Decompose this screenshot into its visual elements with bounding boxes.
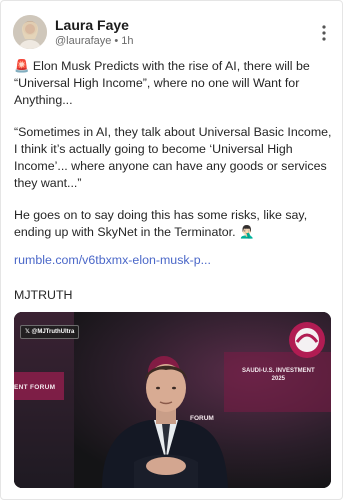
more-options-icon[interactable] (319, 23, 329, 43)
stage-sign-right: SAUDI-U.S. INVESTMENT 2025 (242, 367, 315, 383)
post-header: Laura Faye @laurafaye • 1h (13, 15, 331, 51)
post-paragraph-comment: He goes on to say doing this has some ri… (14, 208, 308, 239)
author-handle[interactable]: @laurafaye (55, 35, 111, 47)
post-signature: MJTRUTH (14, 288, 73, 302)
post-paragraph-headline: 🚨 Elon Musk Predicts with the rise of AI… (14, 58, 332, 109)
stage-sign-mid: FORUM (190, 415, 214, 422)
post-paragraph-quote: “Sometimes in AI, they talk about Univer… (14, 125, 332, 190)
rumble-link[interactable]: rumble.com/v6tbxmx-elon-musk-p... (14, 253, 211, 267)
watermark-label: 𝕏 @MJTruthUltra (20, 325, 80, 339)
alert-icon: 🚨 (14, 59, 30, 73)
video-thumbnail[interactable]: 𝕏 @MJTruthUltra ENT FORUM SAUDI-U.S. INV… (14, 312, 331, 488)
post-time[interactable]: 1h (121, 35, 133, 47)
meta-separator: • (114, 35, 119, 47)
stage-sign-right-line2: 2025 (271, 376, 286, 382)
stage-sign-left: ENT FORUM (14, 384, 56, 391)
avatar-image (13, 15, 47, 49)
avatar[interactable] (13, 15, 47, 49)
headline-text: Elon Musk Predicts with the rise of AI, … (14, 59, 310, 107)
stage-sign-right-line1: SAUDI-U.S. INVESTMENT (242, 368, 315, 374)
post-card: Laura Faye @laurafaye • 1h 🚨 Elon Musk Pre… (0, 0, 343, 500)
post-meta: @laurafaye • 1h (55, 35, 134, 47)
author-name[interactable]: Laura Faye (55, 17, 129, 33)
